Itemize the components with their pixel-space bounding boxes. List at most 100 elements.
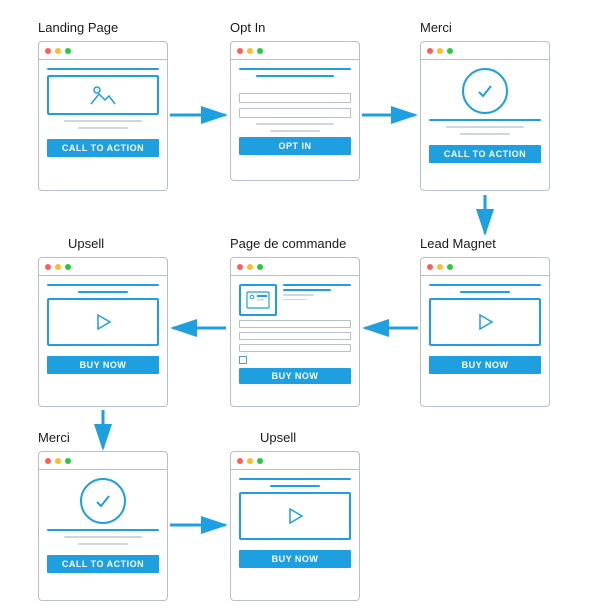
text-line xyxy=(270,130,320,132)
titlebar xyxy=(39,452,167,470)
page-leadmagnet: Lead Magnet BUY NOW xyxy=(420,236,560,407)
page-merci-2: Merci CALL TO ACTION xyxy=(38,430,178,601)
subheading-line xyxy=(78,291,128,293)
dot-red xyxy=(237,458,243,464)
subheading-line xyxy=(270,485,320,487)
page-optin: Opt In OPT IN xyxy=(230,20,370,181)
titlebar xyxy=(421,258,549,276)
dot-yellow xyxy=(437,48,443,54)
dot-yellow xyxy=(437,264,443,270)
title-merci-2: Merci xyxy=(38,430,178,445)
title-optin: Opt In xyxy=(230,20,370,35)
dot-green xyxy=(65,458,71,464)
product-image-placeholder xyxy=(239,284,277,316)
order-summary xyxy=(239,284,351,316)
content: CALL TO ACTION xyxy=(421,60,549,171)
play-icon xyxy=(286,507,304,525)
browser-merci-2: CALL TO ACTION xyxy=(38,451,168,601)
titlebar xyxy=(231,258,359,276)
input-field[interactable] xyxy=(239,332,351,340)
page-landing: Landing Page CALL TO ACTION xyxy=(38,20,178,191)
text-line xyxy=(78,127,128,129)
text-line xyxy=(460,133,510,135)
dot-yellow xyxy=(247,48,253,54)
product-text xyxy=(283,284,351,316)
image-icon xyxy=(89,84,117,106)
heading-line xyxy=(47,284,159,286)
cta-button[interactable]: CALL TO ACTION xyxy=(429,145,541,163)
heading-line xyxy=(47,68,159,70)
browser-order: BUY NOW xyxy=(230,257,360,407)
title-leadmagnet: Lead Magnet xyxy=(420,236,560,251)
browser-landing: CALL TO ACTION xyxy=(38,41,168,191)
heading-line xyxy=(239,68,351,70)
titlebar xyxy=(39,258,167,276)
page-order: Page de commande xyxy=(230,236,370,407)
titlebar xyxy=(231,42,359,60)
content: CALL TO ACTION xyxy=(39,60,167,165)
heading-line xyxy=(429,284,541,286)
video-placeholder xyxy=(47,298,159,346)
check-icon xyxy=(92,490,114,512)
dot-green xyxy=(65,48,71,54)
input-field[interactable] xyxy=(239,344,351,352)
dot-yellow xyxy=(247,458,253,464)
titlebar xyxy=(421,42,549,60)
content: OPT IN xyxy=(231,60,359,163)
text-line xyxy=(446,126,524,128)
titlebar xyxy=(231,452,359,470)
text-line xyxy=(283,294,314,296)
text-line xyxy=(256,123,334,125)
dot-red xyxy=(45,458,51,464)
browser-upsell-1: BUY NOW xyxy=(38,257,168,407)
dot-red xyxy=(45,264,51,270)
dot-red xyxy=(237,264,243,270)
product-icon xyxy=(246,291,270,309)
dot-green xyxy=(447,264,453,270)
input-field[interactable] xyxy=(239,320,351,328)
dot-green xyxy=(257,264,263,270)
cta-button[interactable]: BUY NOW xyxy=(429,356,541,374)
cta-button[interactable]: CALL TO ACTION xyxy=(47,555,159,573)
cta-button[interactable]: BUY NOW xyxy=(47,356,159,374)
page-merci-1: Merci CALL TO ACTION xyxy=(420,20,560,191)
cta-button[interactable]: BUY NOW xyxy=(239,550,351,568)
title-upsell-1: Upsell xyxy=(38,236,178,251)
cta-button[interactable]: CALL TO ACTION xyxy=(47,139,159,157)
video-placeholder xyxy=(429,298,541,346)
heading-line xyxy=(239,478,351,480)
dot-yellow xyxy=(247,264,253,270)
play-icon xyxy=(476,313,494,331)
dot-green xyxy=(65,264,71,270)
video-placeholder xyxy=(239,492,351,540)
input-field[interactable] xyxy=(239,108,351,118)
text-line xyxy=(283,284,351,286)
subheading-line xyxy=(460,291,510,293)
page-upsell-1: Upsell BUY NOW xyxy=(38,236,178,407)
dot-yellow xyxy=(55,264,61,270)
titlebar xyxy=(39,42,167,60)
text-line xyxy=(283,289,331,291)
dot-yellow xyxy=(55,48,61,54)
content: BUY NOW xyxy=(231,470,359,576)
page-upsell-2: Upsell BUY NOW xyxy=(230,430,370,601)
subheading-line xyxy=(256,75,334,77)
cta-button[interactable]: OPT IN xyxy=(239,137,351,155)
browser-merci-1: CALL TO ACTION xyxy=(420,41,550,191)
text-line xyxy=(283,299,307,301)
title-upsell-2: Upsell xyxy=(230,430,370,445)
cta-button[interactable]: BUY NOW xyxy=(239,368,351,384)
checkbox[interactable] xyxy=(239,356,247,364)
browser-optin: OPT IN xyxy=(230,41,360,181)
text-line xyxy=(64,536,142,538)
input-field[interactable] xyxy=(239,93,351,103)
text-line xyxy=(78,543,128,545)
title-order: Page de commande xyxy=(230,236,370,251)
browser-leadmagnet: BUY NOW xyxy=(420,257,550,407)
check-icon xyxy=(474,80,496,102)
title-merci-1: Merci xyxy=(420,20,560,35)
text-line xyxy=(64,120,142,122)
dot-red xyxy=(427,264,433,270)
content: BUY NOW xyxy=(39,276,167,382)
browser-upsell-2: BUY NOW xyxy=(230,451,360,601)
